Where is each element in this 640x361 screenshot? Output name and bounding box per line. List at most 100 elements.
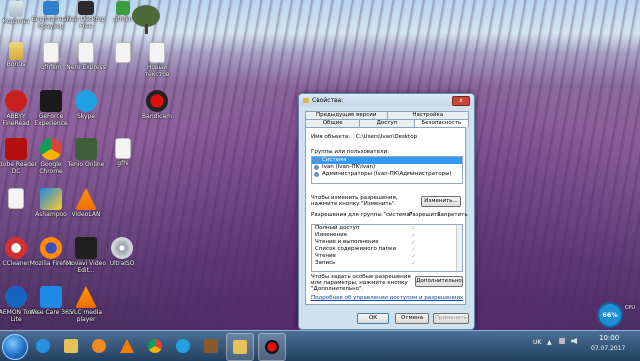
skype-icon	[176, 339, 190, 353]
explorer-icon	[64, 339, 78, 353]
users-icon	[314, 172, 319, 177]
icon-label: Skype	[76, 113, 96, 120]
group-item-ivan[interactable]: Ivan (Ivan-ПК\Ivan)	[312, 164, 462, 171]
desktop-icon-gfhi[interactable]: gfhi	[100, 138, 146, 167]
user-icon	[314, 165, 319, 170]
taskbar-game[interactable]	[198, 333, 224, 359]
permission-name: Чтение и выполнение	[315, 239, 379, 245]
check-icon: ✓	[411, 260, 417, 267]
document-icon	[8, 188, 24, 209]
icon-label: Корзина	[2, 18, 30, 25]
access-control-link[interactable]: Подробнее об управлении доступом и разре…	[311, 295, 463, 301]
icon-label: UltraISO	[109, 260, 135, 267]
game-icon	[204, 339, 218, 353]
tray-expand-icon[interactable]: ▲	[547, 339, 552, 346]
tabs-row-2: Общие Доступ Безопасность	[305, 119, 469, 127]
taskbar-explorer[interactable]	[58, 333, 84, 359]
desktop-icon-vlc[interactable]: VLC media player	[63, 286, 109, 323]
permission-row: Чтение ✓	[312, 253, 462, 260]
check-icon: ✓	[411, 239, 417, 246]
movavi-icon	[75, 237, 97, 259]
permissions-scrollbar[interactable]	[456, 225, 462, 271]
tab-sharing[interactable]: Доступ	[359, 119, 415, 127]
taskbar-chrome[interactable]	[142, 333, 168, 359]
taskbar-explorer-window[interactable]	[226, 333, 254, 361]
icon-label: VideoLAN	[71, 211, 101, 218]
taskbar: UK ▲ 10:00 07.07.2017	[0, 330, 640, 361]
desktop-icon-ultraiso[interactable]: UltraISO	[99, 237, 145, 267]
folder-icon	[303, 97, 309, 103]
document-icon	[43, 42, 59, 63]
icon-label: ABBYY FineRead	[2, 113, 30, 127]
network-icon[interactable]	[559, 338, 565, 344]
icon-label: Bonus	[6, 61, 26, 68]
icon-label: Google Chrome	[39, 161, 63, 175]
folder-icon	[233, 340, 247, 354]
tab-previous-versions[interactable]: Предыдущие версии	[305, 111, 388, 119]
system-tray: UK ▲ 10:00 07.07.2017	[525, 331, 640, 361]
cpu-label: CPU	[624, 305, 636, 311]
recycle-bin-icon	[9, 1, 23, 17]
allow-label: Разрешить	[409, 212, 441, 218]
ccleaner-icon	[5, 237, 27, 259]
icon-label: Новый текстов	[144, 64, 170, 78]
geforce-icon	[40, 90, 62, 112]
permission-name: Запись	[315, 260, 336, 266]
bandicam-icon	[265, 340, 279, 354]
taskbar-media-player[interactable]	[86, 333, 112, 359]
group-item-admins[interactable]: Администраторы (Ivan-ПК\Администраторы)	[312, 171, 462, 178]
apply-button[interactable]: Применить	[433, 313, 469, 324]
change-hint: Чтобы изменить разрешения, нажмите кнопк…	[311, 195, 398, 207]
language-indicator[interactable]: UK	[533, 339, 541, 346]
desktop-icon-videolan[interactable]: VideoLAN	[63, 188, 109, 218]
desktop-icon-skype[interactable]: Skype	[63, 90, 109, 120]
perms-label: Разрешения для группы "система"	[311, 212, 413, 218]
taskbar-ie[interactable]	[30, 333, 56, 359]
document-icon	[115, 138, 131, 159]
icon-label: CCleaner	[2, 260, 30, 267]
permission-row: Изменение ✓	[312, 232, 462, 239]
special-hint: Чтобы задать особые разрешения или парам…	[311, 274, 411, 292]
object-name-value: C:\Users\Ivan\Desktop	[356, 134, 418, 140]
deny-label: Запретить	[437, 212, 468, 218]
check-icon: ✓	[411, 253, 417, 260]
taskbar-bandicam[interactable]	[258, 333, 286, 361]
permissions-table: Полный доступ ✓ Изменение ✓ Чтение и выпол…	[311, 224, 463, 272]
taskbar-vlc[interactable]	[114, 333, 140, 359]
group-item-system[interactable]: Система	[312, 157, 462, 164]
adobe-reader-icon	[5, 138, 27, 160]
clock-date[interactable]: 07.07.2017	[591, 345, 625, 352]
desktop-icon-bandicam[interactable]: Bandicam	[134, 90, 180, 120]
cpu-gauge: 66%	[597, 302, 623, 328]
tab-security[interactable]: Безопасность	[413, 119, 469, 127]
desktop-icon-new-text[interactable]: Новый текстов	[134, 42, 180, 78]
groups-list: Система Ivan (Ivan-ПК\Ivan) Администрато…	[311, 156, 463, 184]
permission-row: Полный доступ ✓	[312, 225, 462, 232]
volume-icon[interactable]	[571, 338, 577, 344]
vlc-icon	[75, 286, 97, 308]
clock-time[interactable]: 10:00	[599, 334, 619, 342]
wise-care-icon	[40, 286, 62, 308]
tab-customize[interactable]: Настройка	[386, 111, 469, 119]
dialog-titlebar[interactable]: Свойства:	[299, 94, 474, 106]
start-button[interactable]	[2, 334, 28, 360]
app-icon	[116, 1, 130, 15]
ok-button[interactable]: ОК	[357, 313, 389, 324]
cancel-button[interactable]: Отмена	[395, 313, 429, 324]
permission-name: Полный доступ	[315, 225, 360, 231]
desktop-icon-gfhfkn[interactable]: gfhfkn	[100, 1, 146, 23]
firefox-icon	[40, 237, 62, 259]
permission-row: Чтение и выполнение ✓	[312, 239, 462, 246]
taskbar-skype[interactable]	[170, 333, 196, 359]
users-icon	[314, 158, 319, 163]
close-button[interactable]: x	[452, 96, 470, 106]
permission-row: Список содержимого папки ✓	[312, 246, 462, 253]
advanced-button[interactable]: Дополнительно	[415, 276, 463, 287]
check-icon: ✓	[411, 225, 417, 232]
tab-general[interactable]: Общие	[305, 119, 361, 127]
daemon-tools-icon	[5, 286, 27, 308]
change-button[interactable]: Изменить...	[421, 196, 461, 207]
document-icon	[115, 42, 131, 63]
icon-label: gfhfkn	[113, 16, 133, 23]
icon-label: Tenio Online	[67, 161, 105, 168]
